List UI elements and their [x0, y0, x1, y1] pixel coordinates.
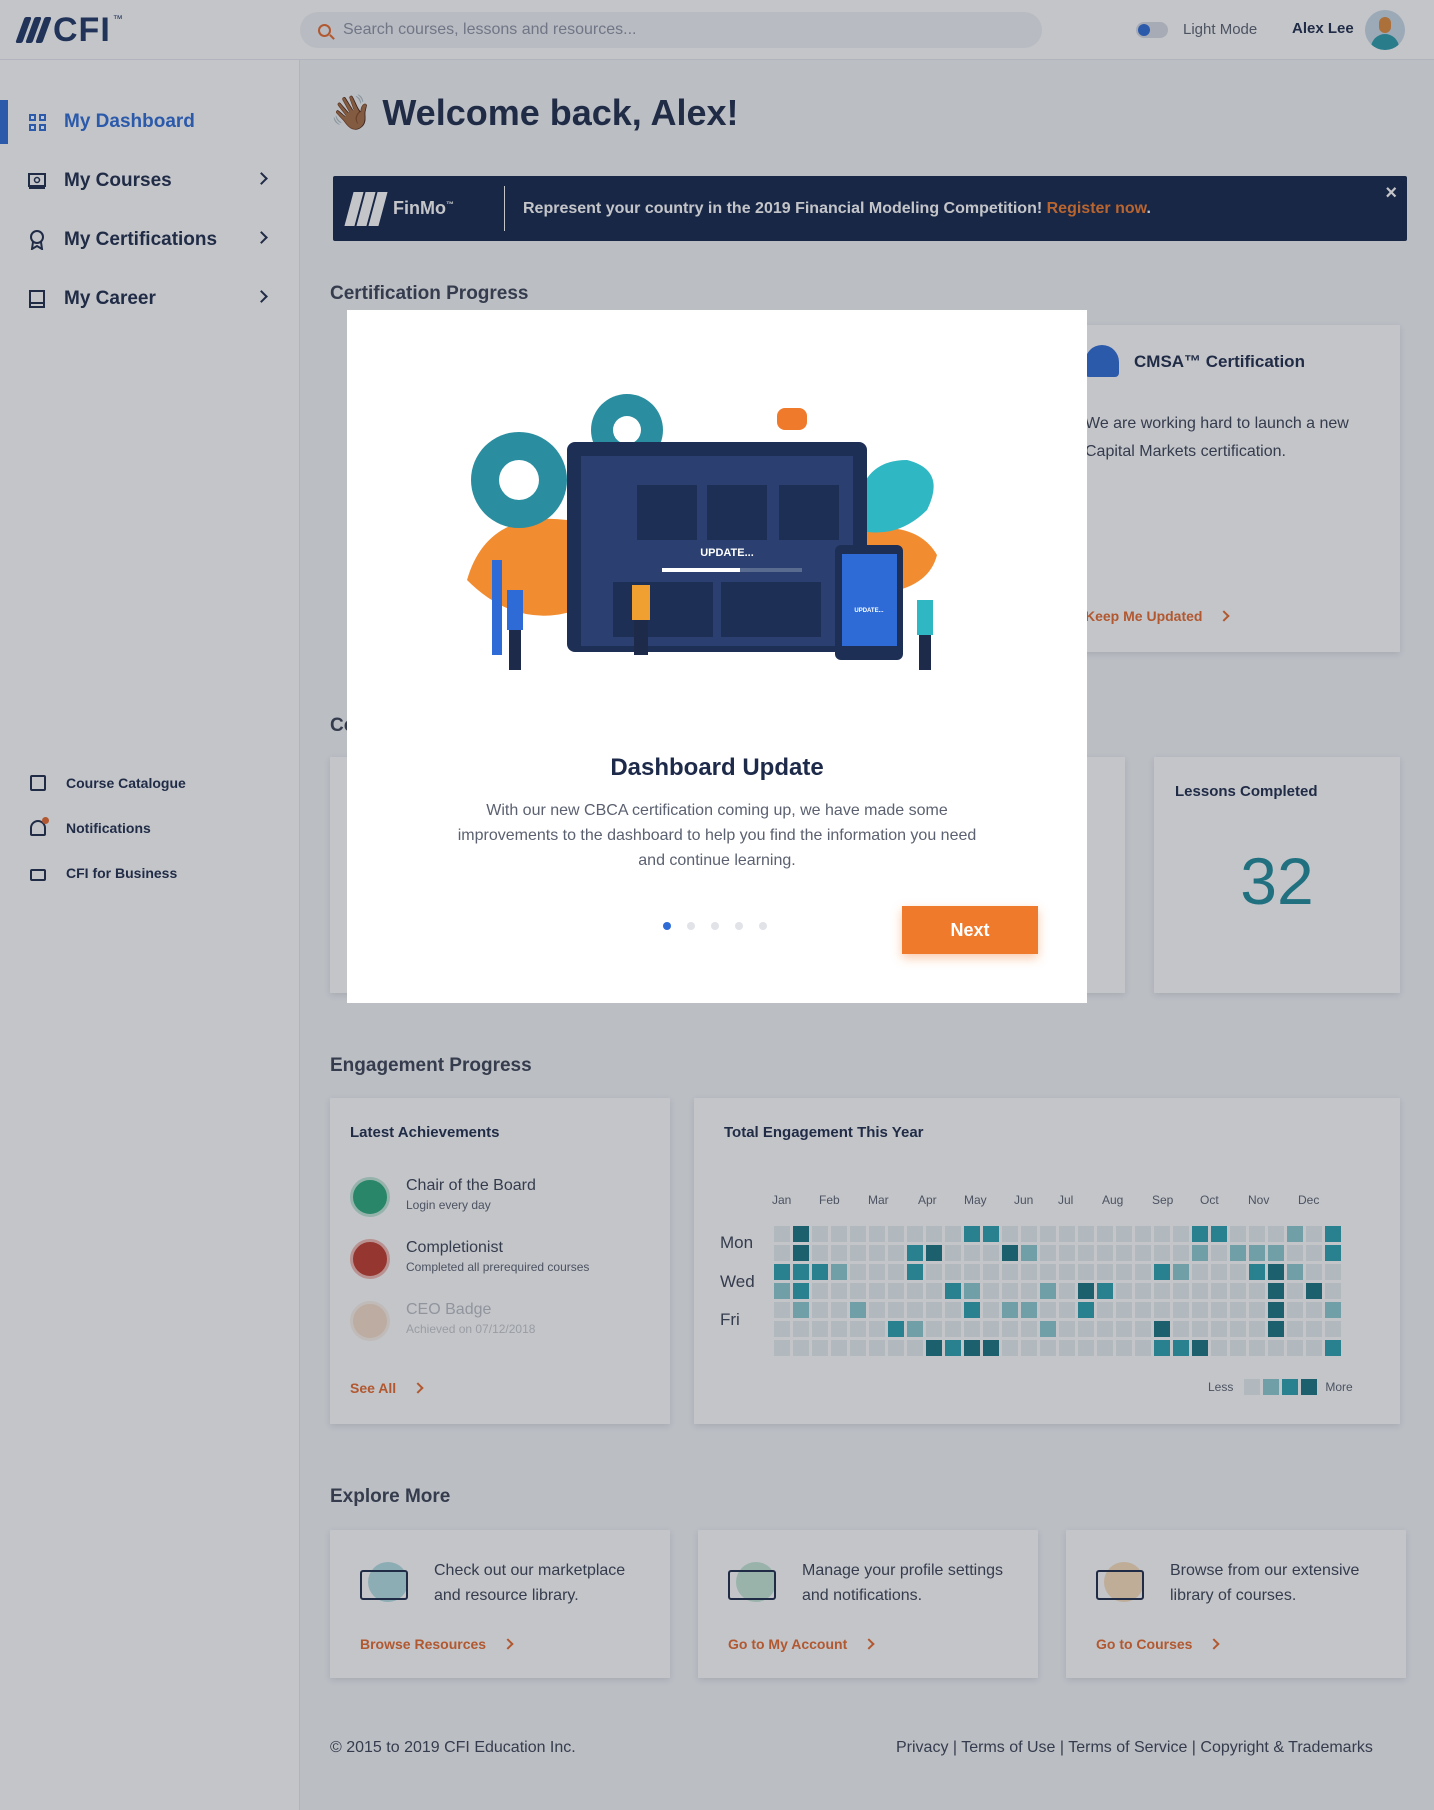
pagination-dot[interactable]: [711, 922, 719, 930]
pagination-dot[interactable]: [735, 922, 743, 930]
pagination-dots: [663, 922, 767, 930]
illustration-update-text: UPDATE...: [700, 547, 754, 559]
phone-update-text: UPDATE...: [854, 608, 884, 614]
pagination-dot[interactable]: [687, 922, 695, 930]
modal-body: With our new CBCA certification coming u…: [457, 802, 977, 869]
pagination-dot[interactable]: [759, 922, 767, 930]
dashboard-update-illustration: UPDATE... UPDATE...: [467, 394, 937, 670]
pagination-dot[interactable]: [663, 922, 671, 930]
dashboard-update-modal: UPDATE... UPDATE... Dashboard Update Wit…: [347, 310, 1087, 1003]
next-button[interactable]: Next: [902, 906, 1038, 954]
modal-title: Dashboard Update: [610, 754, 824, 781]
